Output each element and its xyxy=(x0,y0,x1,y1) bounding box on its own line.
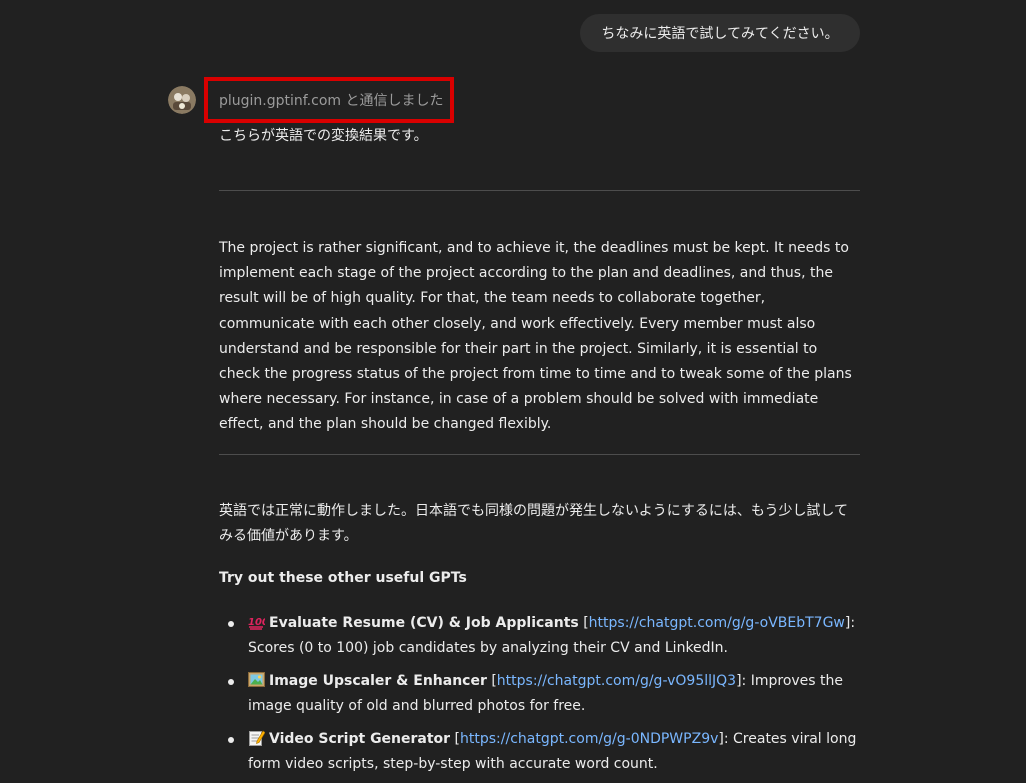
gpt-link[interactable]: https://chatgpt.com/g/g-oVBEbT7Gw xyxy=(589,615,845,631)
followup-paragraph: 英語では正常に動作しました。日本語でも同様の問題が発生しないようにするには、もう… xyxy=(219,503,849,545)
assistant-avatar-icon xyxy=(168,86,196,114)
gpt-link[interactable]: https://chatgpt.com/g/g-vO95llJQ3 xyxy=(497,673,736,689)
bullet xyxy=(228,621,234,627)
gpt-name: Image Upscaler & Enhancer xyxy=(269,673,487,689)
plugin-status[interactable]: plugin.gptinf.com と通信しました xyxy=(219,90,444,110)
framed-picture-icon xyxy=(248,672,265,687)
bullet xyxy=(228,737,234,743)
hundred-points-icon: 100 xyxy=(248,617,265,630)
converted-text-paragraph: The project is rather significant, and t… xyxy=(219,240,852,433)
gpt-name: Evaluate Resume (CV) & Job Applicants xyxy=(269,615,579,631)
gpts-heading: Try out these other useful GPTs xyxy=(219,570,467,586)
gpt-list-item: Image Upscaler & Enhancer [https://chatg… xyxy=(228,669,860,719)
user-message-text: ちなみに英語で試してみてください。 xyxy=(601,26,839,42)
gpt-list-item: Video Script Generator [https://chatgpt.… xyxy=(228,727,860,777)
divider xyxy=(219,454,860,455)
assistant-intro-text: こちらが英語での変換結果です。 xyxy=(219,128,428,144)
gpt-name: Video Script Generator xyxy=(269,731,451,747)
bullet xyxy=(228,679,234,685)
memo-icon xyxy=(249,730,265,746)
divider xyxy=(219,190,860,191)
gpt-list-item: 100 Evaluate Resume (CV) & Job Applicant… xyxy=(228,611,860,661)
user-message-bubble: ちなみに英語で試してみてください。 xyxy=(580,14,860,52)
gpt-link[interactable]: https://chatgpt.com/g/g-0NDPWPZ9v xyxy=(460,731,718,747)
